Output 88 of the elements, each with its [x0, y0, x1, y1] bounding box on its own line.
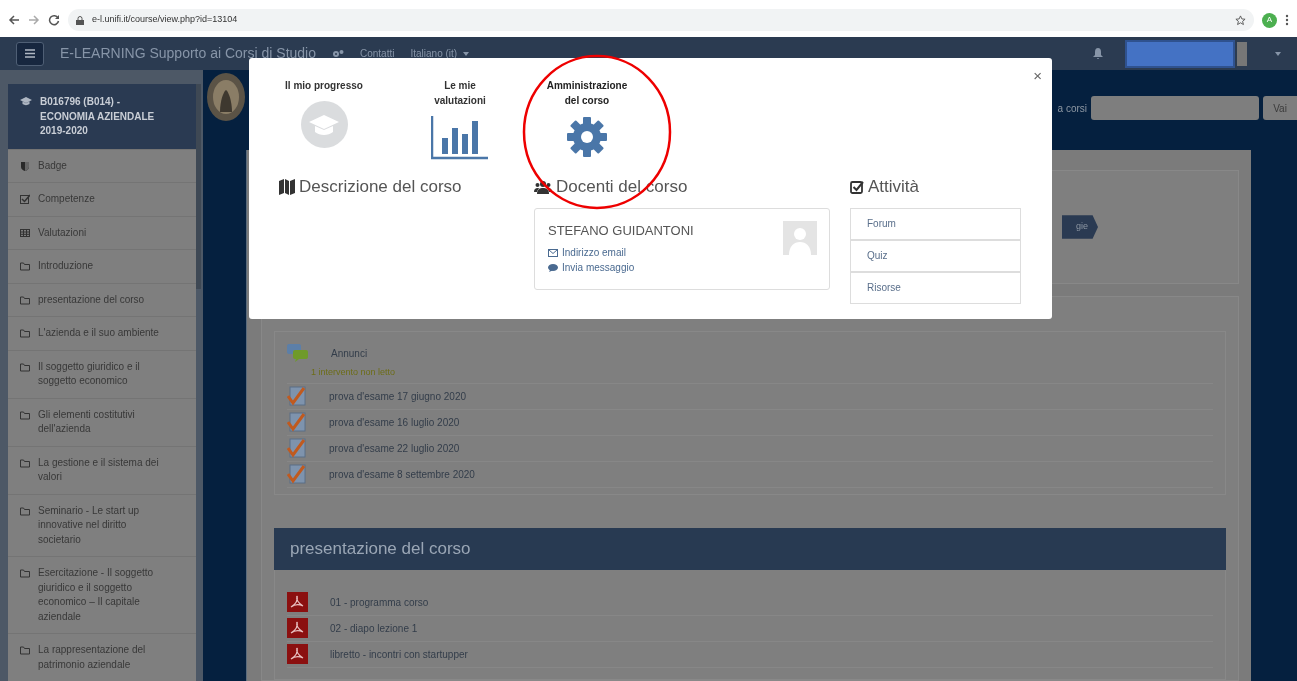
bell-icon[interactable] [1093, 48, 1103, 59]
folder-icon [20, 505, 30, 516]
graduation-cap-icon [20, 97, 32, 106]
sidebar-item[interactable]: Introduzione [8, 249, 196, 283]
checked-document-icon [287, 385, 307, 407]
nav-link-text[interactable]: Italiano (it) [410, 46, 458, 61]
reload-icon[interactable] [48, 14, 60, 26]
checkbox-icon [850, 179, 864, 194]
site-title[interactable]: E-LEARNING Supporto ai Corsi di Studio [60, 43, 316, 64]
course-heading[interactable]: B016796 (B014) - ECONOMIA AZIENDALE 2019-2020 [8, 84, 196, 149]
activity-link[interactable]: prova d'esame 16 luglio 2020 [329, 414, 460, 430]
activity-link[interactable]: prova d'esame 8 settembre 2020 [329, 466, 475, 482]
sidebar-item[interactable]: Valutazioni [8, 215, 196, 249]
sidebar-item[interactable]: Badge [8, 148, 196, 182]
activity-link[interactable]: 02 - diapo lezione 1 [330, 620, 418, 636]
folder-icon [20, 261, 30, 271]
shield-icon [20, 160, 30, 171]
folder-icon [20, 409, 30, 420]
bar-chart-icon[interactable] [431, 116, 489, 160]
chat-bubbles-icon [287, 344, 309, 362]
sidebar-item[interactable]: Competenze [8, 182, 196, 216]
forward-icon[interactable] [28, 14, 40, 26]
sidebar-item[interactable]: La rappresentazione del patrimonio aziendale [8, 633, 196, 681]
section-heading: Docenti del corso [556, 176, 688, 198]
folder-icon [20, 645, 30, 655]
pdf-icon [287, 592, 308, 612]
search-field[interactable] [1091, 96, 1259, 120]
scrollbar[interactable] [196, 84, 201, 289]
folder-icon [20, 294, 30, 305]
activity-link[interactable]: libretto - incontri con startupper [330, 646, 468, 662]
contact-link[interactable]: Invia messaggio [562, 260, 635, 275]
folder-icon [20, 568, 30, 578]
folder-icon [20, 361, 30, 372]
map-icon [279, 178, 295, 195]
more-icon[interactable] [1285, 14, 1289, 26]
unread-note: 1 intervento non letto [287, 366, 1213, 384]
search-label: a corsi [1057, 101, 1087, 116]
teacher-name: STEFANO GUIDANTONI [548, 221, 695, 240]
section-heading: presentazione del corso [274, 527, 1226, 570]
activity-link[interactable]: 01 - programma corso [330, 594, 429, 610]
settings-icon[interactable] [566, 116, 608, 158]
nav-link-text[interactable]: Contatti [360, 46, 395, 61]
sidebar-item[interactable]: Il soggetto giuridico e il soggetto economico [8, 349, 196, 398]
search-button[interactable]: Vai [1263, 96, 1297, 120]
close-button[interactable]: × [1033, 68, 1042, 83]
checkbox-icon [20, 194, 30, 204]
activity-link[interactable]: prova d'esame 17 giugno 2020 [329, 388, 466, 404]
gears-icon [332, 48, 344, 59]
activity-link[interactable]: Annunci [331, 345, 368, 361]
activity-item[interactable]: Forum [850, 207, 1021, 240]
pdf-icon [287, 618, 308, 638]
pdf-icon [287, 644, 308, 664]
sidebar-item[interactable]: presentazione del corso [8, 282, 196, 316]
sidebar-item[interactable]: L'azienda e il suo ambiente [8, 316, 196, 350]
back-icon[interactable] [8, 14, 20, 26]
profile-avatar[interactable]: A [1262, 12, 1277, 28]
sidebar-item[interactable]: Seminario - Le start up innovative nel diritto societario [8, 493, 196, 556]
shortcut-label[interactable]: Il mio progresso [285, 78, 363, 93]
url-text[interactable]: e-l.unifi.it/course/view.php?id=13104 [92, 13, 238, 27]
shortcut-label[interactable]: Amministrazione del corso [542, 78, 632, 108]
avatar-placeholder [783, 220, 817, 255]
speech-bubble-icon [548, 263, 558, 272]
section-heading: Descrizione del corso [299, 176, 462, 198]
folder-icon [20, 457, 30, 468]
checked-document-icon [287, 463, 307, 485]
activity-link[interactable]: prova d'esame 22 luglio 2020 [329, 440, 460, 456]
caret-icon[interactable] [463, 51, 470, 56]
lock-icon [76, 15, 84, 25]
breadcrumb-step[interactable]: gie [1062, 215, 1098, 239]
activity-item[interactable]: Quiz [850, 239, 1021, 272]
caret-icon[interactable] [1275, 51, 1281, 56]
checked-document-icon [287, 411, 307, 433]
star-icon[interactable] [1235, 14, 1246, 26]
envelope-icon [548, 248, 558, 257]
avatar-picture[interactable] [1237, 41, 1247, 66]
table-icon [20, 227, 30, 238]
contact-link[interactable]: Indirizzo email [562, 245, 626, 260]
menu-button[interactable] [16, 41, 44, 66]
sidebar-item[interactable]: Esercitazione - Il soggetto giuridico e il soggetto economico – Il capitale aziendale [8, 556, 196, 633]
users-icon [534, 179, 552, 194]
sidebar-item[interactable]: Gli elementi costitutivi dell'azienda [8, 397, 196, 446]
shortcut-label[interactable]: Le mie valutazioni [425, 78, 495, 108]
activity-item[interactable]: Risorse [850, 271, 1021, 304]
folder-icon [20, 328, 30, 338]
menu-icon [25, 49, 35, 58]
section-heading: Attività [868, 176, 920, 198]
checked-document-icon [287, 437, 307, 459]
user-menu[interactable] [1125, 39, 1235, 68]
